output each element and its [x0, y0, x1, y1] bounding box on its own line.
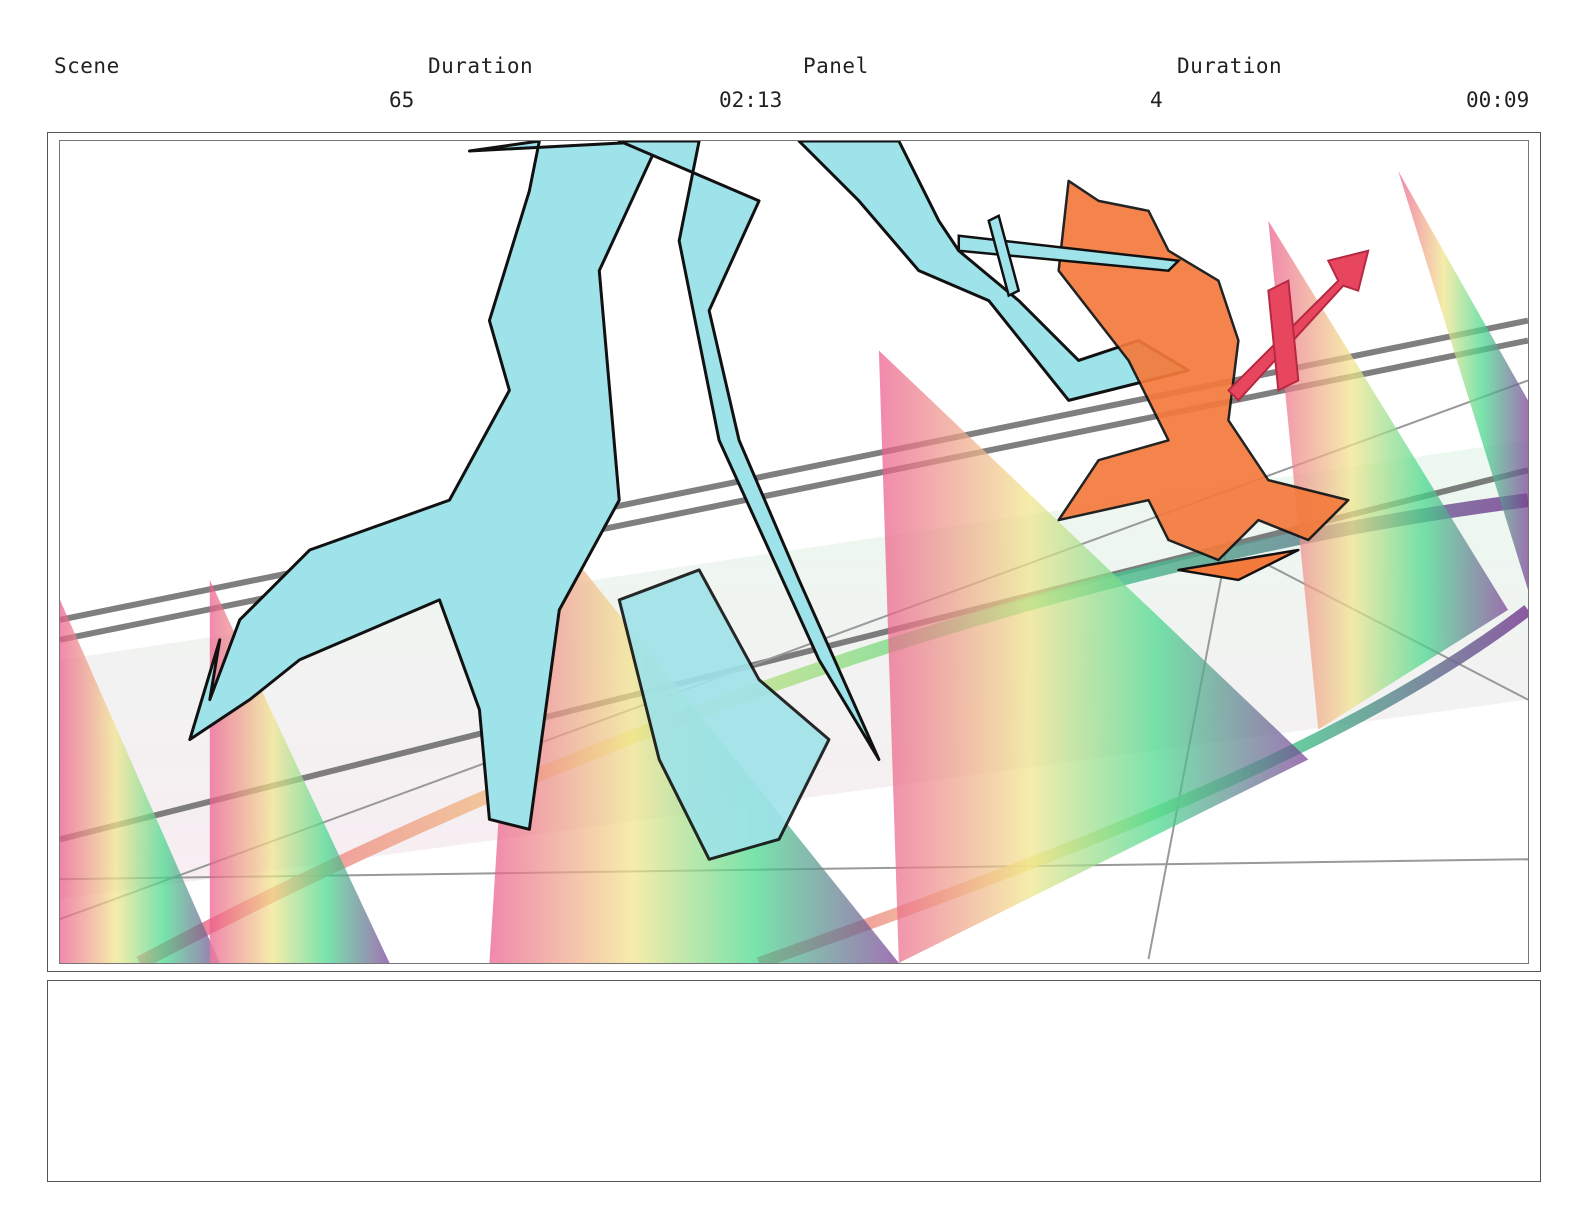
- storyboard-artwork: [59, 140, 1529, 964]
- scene-label: Scene: [54, 54, 120, 78]
- scene-duration-label: Duration: [428, 54, 534, 78]
- scene-number: 65: [389, 88, 415, 112]
- panel-duration-label: Duration: [1177, 54, 1283, 78]
- artwork-drawing: [60, 141, 1528, 963]
- panel-number: 4: [1150, 88, 1163, 112]
- scene-duration: 02:13: [719, 88, 783, 112]
- panel-label: Panel: [803, 54, 869, 78]
- notes-box: [47, 980, 1541, 1182]
- panel-duration: 00:09: [1466, 88, 1530, 112]
